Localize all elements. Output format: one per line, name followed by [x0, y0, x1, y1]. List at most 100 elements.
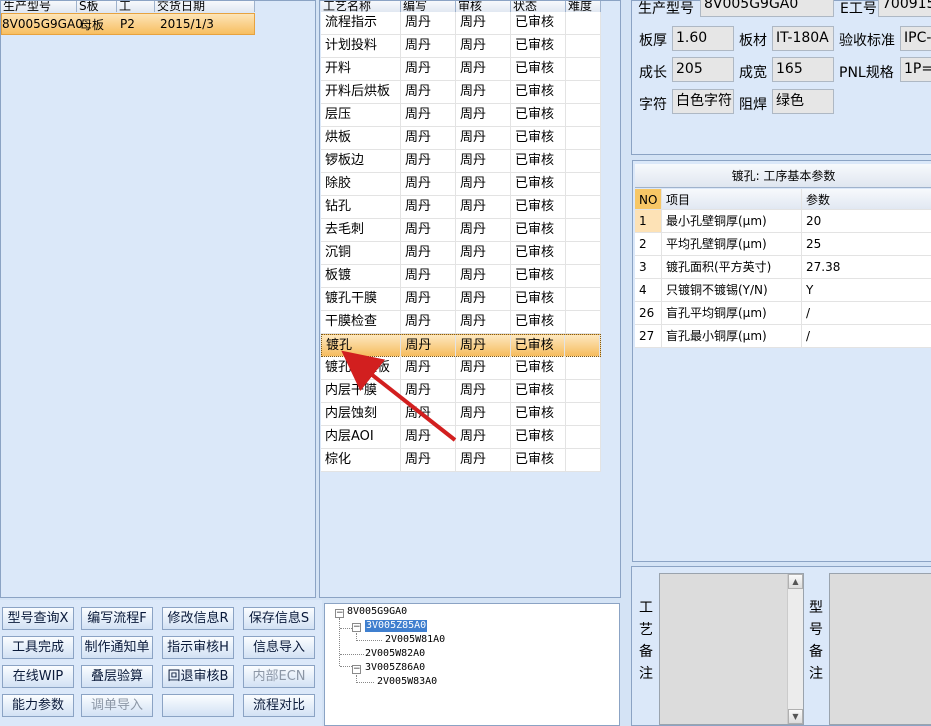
- col-no[interactable]: NO: [635, 189, 662, 209]
- process-cell: 去毛刺: [321, 219, 401, 241]
- process-row[interactable]: 镀孔后褪板 周丹 周丹 已审核: [321, 357, 601, 380]
- col-code[interactable]: 工: [117, 1, 155, 12]
- process-row[interactable]: 烘板 周丹 周丹 已审核: [321, 127, 601, 150]
- param-row[interactable]: 3 镀孔面积(平方英寸) 27.38: [635, 256, 931, 279]
- process-cell: [566, 58, 601, 80]
- tree-node-selected[interactable]: 3V005Z85A0: [365, 620, 428, 632]
- action-button[interactable]: [162, 694, 234, 717]
- param-row[interactable]: 26 盲孔平均铜厚(μm) /: [635, 302, 931, 325]
- scroll-down-icon[interactable]: ▼: [788, 709, 803, 724]
- material-field[interactable]: IT-180A: [772, 26, 834, 51]
- action-button[interactable]: 修改信息R: [162, 607, 234, 630]
- process-row[interactable]: 除胶 周丹 周丹 已审核: [321, 173, 601, 196]
- action-button[interactable]: 回退审核B: [162, 665, 234, 688]
- action-button[interactable]: 调单导入: [81, 694, 153, 717]
- process-cell: 已审核: [511, 81, 566, 103]
- tree-node[interactable]: 2V005W81A0: [385, 634, 445, 646]
- process-row[interactable]: 沉铜 周丹 周丹 已审核: [321, 242, 601, 265]
- pnl-field[interactable]: 1P=4: [900, 57, 931, 82]
- process-cell: 周丹: [456, 219, 511, 241]
- action-button[interactable]: 流程对比: [243, 694, 315, 717]
- param-row[interactable]: 27 盲孔最小铜厚(μm) /: [635, 325, 931, 348]
- model-row-selected[interactable]: 8V005G9GA0 母板 P2 2015/1/3: [1, 13, 255, 35]
- process-row[interactable]: 层压 周丹 周丹 已审核: [321, 104, 601, 127]
- action-button[interactable]: 能力参数: [2, 694, 74, 717]
- eno-field[interactable]: 700915: [878, 0, 931, 17]
- process-row[interactable]: 干膜检查 周丹 周丹 已审核: [321, 311, 601, 334]
- process-cell: 已审核: [511, 265, 566, 287]
- process-row[interactable]: 锣板边 周丹 周丹 已审核: [321, 150, 601, 173]
- tree-collapse-icon[interactable]: −: [352, 665, 361, 674]
- col-item[interactable]: 项目: [662, 189, 802, 209]
- process-cell: 周丹: [456, 173, 511, 195]
- process-row[interactable]: 镀孔 周丹 周丹 已审核: [321, 334, 601, 357]
- tree-node[interactable]: 3V005Z86A0: [365, 662, 425, 674]
- scroll-up-icon[interactable]: ▲: [788, 574, 803, 589]
- process-row[interactable]: 开料 周丹 周丹 已审核: [321, 58, 601, 81]
- action-button[interactable]: 叠层验算: [81, 665, 153, 688]
- col-board[interactable]: S板: [77, 1, 117, 12]
- param-row[interactable]: 1 最小孔壁铜厚(μm) 20: [635, 210, 931, 233]
- process-remark-memo[interactable]: ▲ ▼: [659, 573, 804, 725]
- remarks-panel: 工 艺 备 注 ▲ ▼ 型 号 备 注: [631, 566, 931, 726]
- process-row[interactable]: 去毛刺 周丹 周丹 已审核: [321, 219, 601, 242]
- action-button[interactable]: 信息导入: [243, 636, 315, 659]
- param-row[interactable]: 2 平均孔壁铜厚(μm) 25: [635, 233, 931, 256]
- tree-collapse-icon[interactable]: −: [352, 623, 361, 632]
- process-cell: [566, 357, 601, 379]
- length-field[interactable]: 205: [672, 57, 734, 82]
- tree-node[interactable]: 2V005W82A0: [365, 648, 425, 660]
- width-field[interactable]: 165: [772, 57, 834, 82]
- process-cell: 已审核: [511, 242, 566, 264]
- col-reviewer[interactable]: 审核: [456, 1, 511, 12]
- char-field[interactable]: 白色字符: [672, 89, 734, 114]
- col-status[interactable]: 状态: [511, 1, 566, 12]
- col-process-name[interactable]: 工艺名称: [321, 1, 401, 12]
- process-cell: 周丹: [401, 357, 456, 379]
- process-cell: 已审核: [511, 335, 566, 357]
- process-row[interactable]: 棕化 周丹 周丹 已审核: [321, 449, 601, 472]
- col-writer[interactable]: 编写: [401, 1, 456, 12]
- action-button[interactable]: 制作通知单: [81, 636, 153, 659]
- param-row[interactable]: 4 只镀铜不镀锡(Y/N) Y: [635, 279, 931, 302]
- process-row[interactable]: 板镀 周丹 周丹 已审核: [321, 265, 601, 288]
- col-value[interactable]: 参数: [802, 189, 931, 209]
- action-button[interactable]: 内部ECN: [243, 665, 315, 688]
- model-remark-memo[interactable]: [829, 573, 931, 725]
- tree-node[interactable]: 2V005W83A0: [377, 676, 437, 688]
- param-cell: 20: [802, 210, 931, 232]
- process-row[interactable]: 计划投料 周丹 周丹 已审核: [321, 35, 601, 58]
- process-row[interactable]: 内层AOI 周丹 周丹 已审核: [321, 426, 601, 449]
- process-row[interactable]: 钻孔 周丹 周丹 已审核: [321, 196, 601, 219]
- col-date[interactable]: 交货日期: [155, 1, 255, 12]
- process-cell: 已审核: [511, 104, 566, 126]
- process-row[interactable]: 内层干膜 周丹 周丹 已审核: [321, 380, 601, 403]
- process-cell: [566, 127, 601, 149]
- action-button[interactable]: 在线WIP: [2, 665, 74, 688]
- action-button[interactable]: 保存信息S: [243, 607, 315, 630]
- process-cell: 已审核: [511, 173, 566, 195]
- action-button[interactable]: 工具完成: [2, 636, 74, 659]
- process-row[interactable]: 流程指示 周丹 周丹 已审核: [321, 12, 601, 35]
- tree-collapse-icon[interactable]: −: [335, 609, 344, 618]
- tree-node-root[interactable]: 8V005G9GA0: [347, 606, 407, 618]
- process-cell: [566, 426, 601, 448]
- action-button[interactable]: 型号查询X: [2, 607, 74, 630]
- process-cell: 流程指示: [321, 12, 401, 34]
- mask-field[interactable]: 绿色: [772, 89, 834, 114]
- process-cell: 开料: [321, 58, 401, 80]
- process-cell: 已审核: [511, 196, 566, 218]
- model-field[interactable]: 8V005G9GA0: [700, 0, 834, 17]
- thickness-field[interactable]: 1.60: [672, 26, 734, 51]
- process-row[interactable]: 开料后烘板 周丹 周丹 已审核: [321, 81, 601, 104]
- standard-field[interactable]: IPC-: [900, 26, 931, 51]
- process-cell: 周丹: [456, 150, 511, 172]
- process-remark-scrollbar[interactable]: ▲ ▼: [787, 574, 803, 724]
- cell-model: 8V005G9GA0: [2, 17, 83, 31]
- action-button[interactable]: 指示审核H: [162, 636, 234, 659]
- process-row[interactable]: 内层蚀刻 周丹 周丹 已审核: [321, 403, 601, 426]
- process-row[interactable]: 镀孔干膜 周丹 周丹 已审核: [321, 288, 601, 311]
- col-model[interactable]: 生产型号: [1, 1, 77, 12]
- col-difficulty[interactable]: 难度: [566, 1, 601, 12]
- action-button[interactable]: 编写流程F: [81, 607, 153, 630]
